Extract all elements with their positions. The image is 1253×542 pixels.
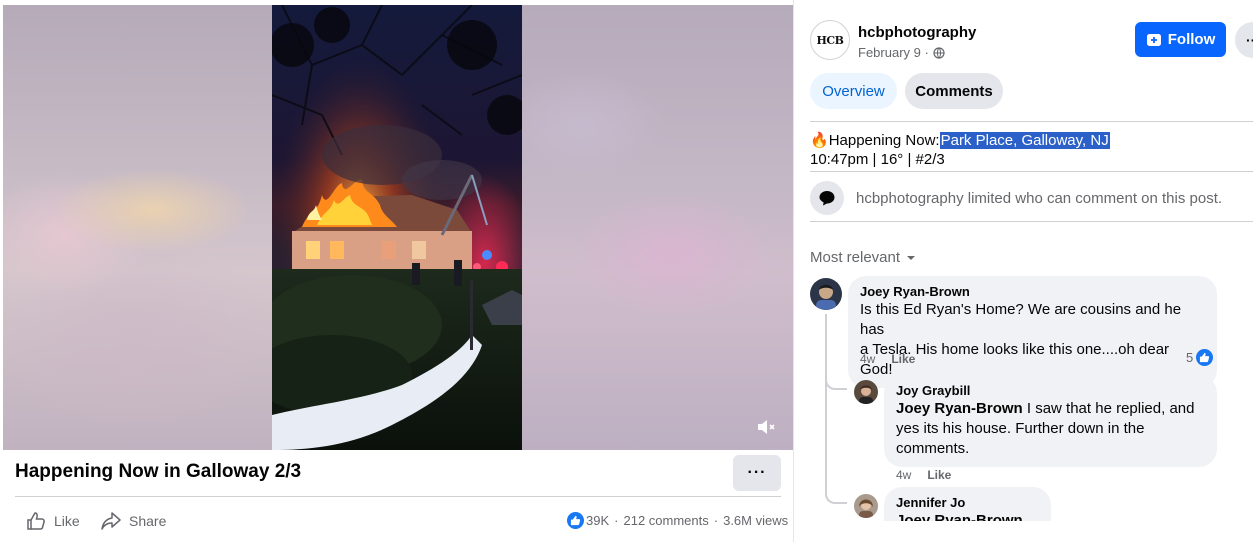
comment-text-line: Is this Ed Ryan's Home? We are cousins a… <box>860 301 1182 338</box>
like-button[interactable]: Like <box>25 510 80 532</box>
comment-text-fragment: I saw that he replied, and <box>1022 400 1195 417</box>
follow-label: Follow <box>1167 31 1216 48</box>
avatar[interactable] <box>854 380 878 404</box>
comment-like-button[interactable]: Like <box>891 352 915 366</box>
comment-mention[interactable]: Joey Ryan-Brown <box>896 400 1023 417</box>
comment-count[interactable]: 212 comments <box>623 513 708 528</box>
comment-reaction-number: 5 <box>1186 350 1194 365</box>
avatar[interactable] <box>854 494 878 518</box>
tab-overview[interactable]: Overview <box>810 73 897 109</box>
follow-button[interactable]: Follow <box>1135 22 1226 57</box>
user-avatar-photo <box>854 380 878 404</box>
comment-bubble: Joy Graybill Joey Ryan-Brown I saw that … <box>884 375 1217 467</box>
comment-text-line: comments. <box>896 440 970 457</box>
comment-text-line: Joey Ryan-Brown yes <box>896 511 1039 521</box>
reply-connector <box>825 376 847 390</box>
post-date-text: February 9 · <box>858 45 929 60</box>
comment-bubble-clip: Jennifer Jo Joey Ryan-Brown yes <box>884 487 1054 521</box>
page-name-link[interactable]: hcbphotography <box>858 24 976 41</box>
comment-age[interactable]: 4w <box>896 468 911 482</box>
share-button[interactable]: Share <box>100 510 166 532</box>
view-count: 3.6M views <box>723 513 789 528</box>
page-avatar-logo-text: HCB <box>816 33 844 47</box>
post-side-panel: HCB hcbphotography February 9 · Follow ·… <box>793 0 1253 542</box>
divider <box>810 121 1253 122</box>
comment-author[interactable]: Jennifer Jo <box>896 495 1039 511</box>
page-avatar[interactable]: HCB <box>810 20 850 60</box>
tab-comments[interactable]: Comments <box>905 73 1003 109</box>
comment-bubble: Joey Ryan-Brown Is this Ed Ryan's Home? … <box>848 276 1217 388</box>
like-reaction-icon <box>1196 349 1214 366</box>
separator-dot: · <box>713 513 719 528</box>
divider <box>810 221 1253 222</box>
engagement-stats: 39K · 212 comments · 3.6M views <box>567 512 788 529</box>
video-player[interactable] <box>3 5 793 450</box>
follow-page-icon <box>1146 33 1161 46</box>
reply-thread-line <box>825 390 827 490</box>
avatar[interactable] <box>810 278 842 310</box>
user-avatar-photo <box>854 494 878 518</box>
comment-reaction-count[interactable]: 5 <box>1186 349 1215 366</box>
like-label: Like <box>54 513 80 529</box>
speaker-muted-icon <box>758 420 775 434</box>
limited-comments-notice: hcbphotography limited who can comment o… <box>856 190 1223 207</box>
divider <box>810 171 1253 172</box>
post-date[interactable]: February 9 · <box>858 45 945 60</box>
video-frame[interactable] <box>272 5 522 450</box>
sort-label: Most relevant <box>810 249 901 266</box>
comment-age[interactable]: 4w <box>860 352 875 366</box>
mute-toggle-button[interactable] <box>753 414 779 440</box>
share-label: Share <box>129 513 167 529</box>
comment-text-line: Joey Ryan-Brown I saw that he replied, a… <box>896 399 1205 419</box>
separator-dot: · <box>614 513 619 528</box>
comment-bubble-icon <box>810 181 844 215</box>
comment-sort-dropdown[interactable]: Most relevant <box>810 249 916 266</box>
post-caption-line1: 🔥 Happening Now: Park Place, Galloway, N… <box>810 131 1110 149</box>
divider <box>15 496 781 497</box>
comment-author[interactable]: Joey Ryan-Brown <box>860 284 1205 300</box>
caption-location-selected: Park Place, Galloway, NJ <box>939 131 1110 149</box>
fire-emoji-icon: 🔥 <box>810 132 829 149</box>
video-blur-backdrop-left <box>3 5 272 450</box>
share-arrow-icon <box>101 512 121 530</box>
reaction-count[interactable]: 39K <box>586 513 609 528</box>
globe-icon <box>933 46 945 59</box>
post-caption-line2: 10:47pm | 16° | #2/3 <box>810 151 945 168</box>
video-blur-backdrop-right <box>522 5 793 450</box>
video-still-house-fire <box>272 5 522 450</box>
like-reaction-icon <box>567 512 584 529</box>
caret-down-icon <box>907 255 916 260</box>
comment-bubble: Jennifer Jo Joey Ryan-Brown yes <box>884 487 1051 521</box>
thumbs-up-outline-icon <box>27 512 45 530</box>
post-more-options-button[interactable]: ··· <box>1235 22 1253 58</box>
caption-prefix: Happening Now: <box>828 131 940 149</box>
comment-like-button[interactable]: Like <box>927 468 951 482</box>
reply-connector <box>825 490 847 504</box>
comment-meta: 4w Like <box>896 468 951 482</box>
user-avatar-photo <box>810 278 842 310</box>
video-more-options-button[interactable]: ··· <box>733 455 781 491</box>
comment-mention[interactable]: Joey Ryan-Brown <box>896 512 1023 521</box>
video-title: Happening Now in Galloway 2/3 <box>15 461 302 482</box>
comment-text-line: yes its his house. Further down in the <box>896 420 1145 437</box>
comment-meta: 4w Like <box>860 352 915 366</box>
comment-author[interactable]: Joy Graybill <box>896 383 1205 399</box>
